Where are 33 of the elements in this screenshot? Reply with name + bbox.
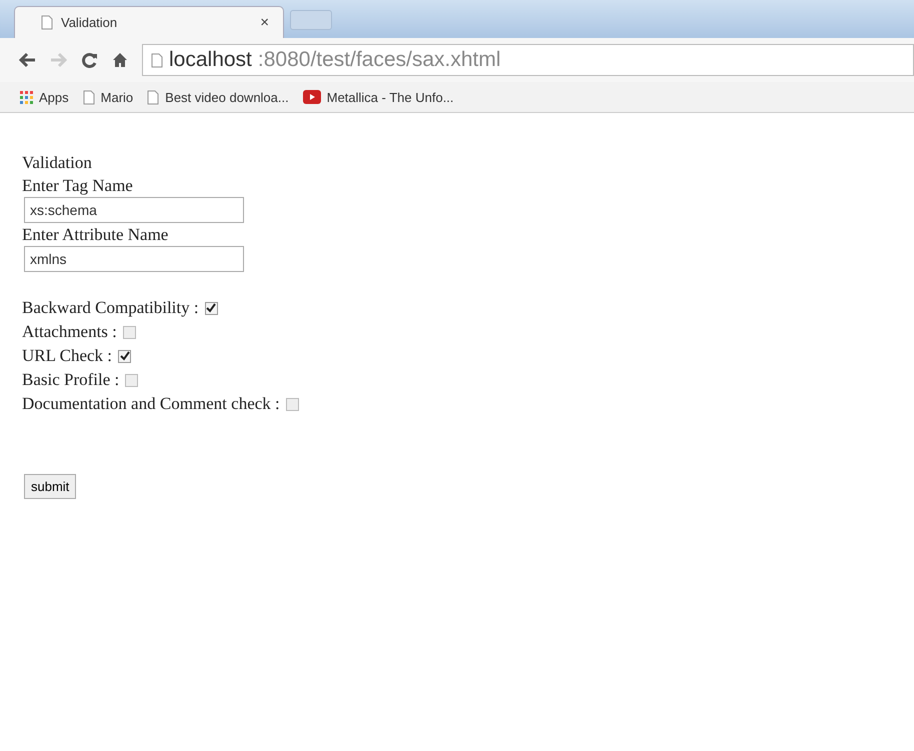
home-icon[interactable] (112, 52, 128, 68)
page-icon (82, 90, 95, 104)
checkbox[interactable] (118, 350, 132, 362)
bookmark[interactable]: Mario (82, 90, 134, 104)
field-label: Enter Tag Name (22, 175, 134, 197)
option-label: Documentation and Comment check : (22, 393, 280, 415)
address-field[interactable]: localhost :8080/test/faces/sax.xhtml (142, 44, 914, 76)
checkbox[interactable] (286, 398, 299, 410)
bookmark[interactable]: Metallica - The Unfo... (302, 90, 454, 104)
option-label: Attachments : (22, 321, 117, 343)
grid-icon (20, 90, 33, 104)
reload-icon[interactable] (82, 52, 98, 68)
checkbox[interactable] (122, 326, 136, 338)
play-icon (302, 90, 321, 104)
option-label: URL Check : (22, 345, 112, 367)
page-icon (147, 90, 160, 104)
bookmark[interactable]: Best video downloa... (147, 90, 289, 104)
browser-tab[interactable]: Validation × (14, 6, 284, 38)
page-icon (41, 15, 53, 30)
checkbox[interactable] (125, 374, 138, 386)
checkbox[interactable] (204, 302, 218, 314)
bookmark[interactable]: Apps (20, 90, 69, 104)
close-button[interactable]: × (260, 14, 269, 31)
page-heading: Validation (22, 152, 93, 174)
field-label: Enter Attribute Name (22, 224, 170, 246)
option-label: Basic Profile : (22, 369, 120, 391)
back-icon[interactable] (18, 52, 36, 68)
tab-title: Validation (61, 15, 118, 30)
option-label: Backward Compatibility : (22, 297, 199, 319)
page-icon (151, 52, 163, 68)
input-field[interactable]: xs:schema (24, 197, 244, 223)
input-field[interactable]: xmlns (24, 246, 244, 272)
submit-button[interactable]: submit (24, 474, 76, 499)
